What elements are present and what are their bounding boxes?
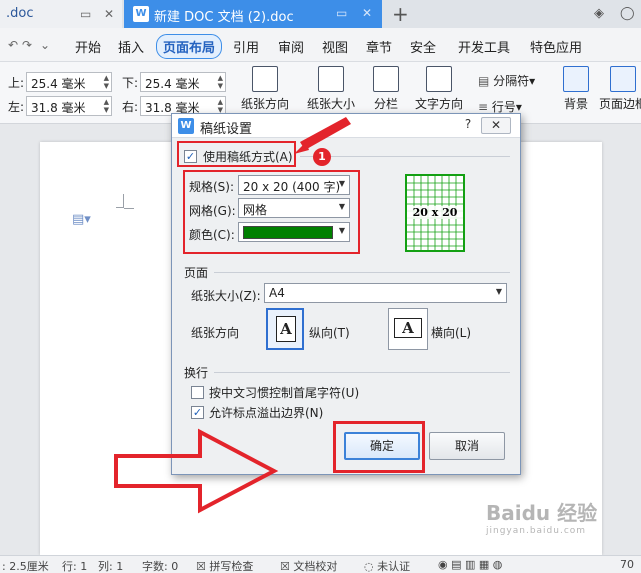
big-arrow	[114, 428, 279, 514]
spell-check-toggle[interactable]: ☒ 拼写检查	[196, 558, 253, 573]
status-words[interactable]: 字数: 0	[142, 558, 178, 573]
watermark: Baidu 经验 jingyan.baidu.com	[486, 501, 598, 536]
doc-proof-toggle[interactable]: ☒ 文档校对	[280, 558, 337, 573]
zoom-level[interactable]: 70	[620, 558, 634, 571]
auth-status[interactable]: ◌ 未认证	[364, 558, 410, 573]
arrow-pointer	[300, 117, 351, 150]
view-mode-icons[interactable]: ◉ ▤ ▥ ▦ ◍	[438, 558, 502, 571]
status-row: 行: 1	[62, 560, 88, 573]
status-position: : 2.5厘米	[2, 560, 49, 573]
status-bar: : 2.5厘米 行: 1 列: 1 字数: 0 ☒ 拼写检查 ☒ 文档校对 ◌ …	[0, 555, 641, 573]
annotation-arrows	[114, 117, 351, 514]
status-col: 列: 1	[98, 560, 124, 573]
